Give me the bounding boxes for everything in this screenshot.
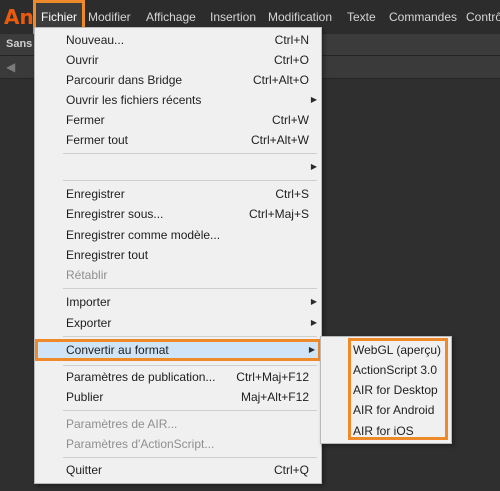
- menu-item-exporter[interactable]: Exporter ▶: [35, 313, 321, 333]
- submenu-arrow-icon: ▶: [310, 162, 317, 171]
- menu-item-enregistrer-tout[interactable]: Enregistrer tout: [35, 245, 321, 265]
- back-arrow-icon[interactable]: ◀: [6, 60, 15, 74]
- submenu-arrow-icon: ▶: [310, 297, 317, 306]
- menu-item-quitter[interactable]: Quitter Ctrl+Q: [35, 460, 321, 480]
- menu-separator: [63, 457, 317, 458]
- menu-item-shortcut: Ctrl+S: [275, 187, 309, 201]
- menu-commandes[interactable]: Commandes: [389, 0, 457, 34]
- menu-separator: [63, 153, 317, 154]
- menu-item-enregistrer-modele[interactable]: Enregistrer comme modèle...: [35, 225, 321, 245]
- animate-logo: An: [4, 5, 34, 29]
- menu-item-label: Quitter: [66, 463, 103, 477]
- submenu-arrow-icon: ▶: [310, 318, 317, 327]
- menu-item-label: Ouvrir: [66, 53, 99, 67]
- menu-item-label: Nouveau...: [66, 33, 125, 47]
- menu-item-shortcut: Maj+Alt+F12: [240, 390, 309, 404]
- menu-item-parametres-publication[interactable]: Paramètres de publication... Ctrl+Maj+F1…: [35, 367, 321, 387]
- menu-item-label: Fermer: [66, 113, 105, 127]
- menu-separator: [63, 365, 317, 366]
- menu-item-retablir: Rétablir: [35, 265, 321, 285]
- menu-item-label: Enregistrer: [66, 187, 125, 201]
- menu-controle[interactable]: Contrô: [466, 0, 500, 34]
- menu-item-label: Publier: [66, 390, 104, 404]
- menu-item-label: Paramètres d'ActionScript...: [66, 437, 215, 451]
- menu-item-label: Parcourir dans Bridge: [66, 73, 183, 87]
- menu-item-label: Rétablir: [66, 268, 108, 282]
- file-menu: Nouveau... Ctrl+N Ouvrir Ctrl+O Parcouri…: [34, 27, 322, 484]
- convert-format-submenu: WebGL (aperçu) ActionScript 3.0 AIR for …: [320, 336, 452, 444]
- menu-item-importer[interactable]: Importer ▶: [35, 292, 321, 312]
- menu-item-label: Exporter: [66, 316, 112, 330]
- menu-item-enregistrer-sous[interactable]: Enregistrer sous... Ctrl+Maj+S: [35, 204, 321, 224]
- menu-item-parametres-actionscript: Paramètres d'ActionScript...: [35, 434, 321, 454]
- submenu-item-air-desktop[interactable]: AIR for Desktop: [353, 380, 438, 400]
- menu-item-label: Ouvrir les fichiers récents: [66, 93, 202, 107]
- menu-item-publier[interactable]: Publier Maj+Alt+F12: [35, 387, 321, 407]
- menu-item-shortcut: Ctrl+Alt+O: [252, 73, 309, 87]
- menu-item-shortcut: Ctrl+Q: [273, 463, 309, 477]
- menu-item-parcourir-bridge[interactable]: Parcourir dans Bridge Ctrl+Alt+O: [35, 70, 321, 90]
- menu-texte[interactable]: Texte: [347, 0, 376, 34]
- menu-item-shortcut: Ctrl+N: [274, 33, 309, 47]
- submenu-item-actionscript3[interactable]: ActionScript 3.0: [353, 360, 437, 380]
- menu-item-label: Importer: [66, 295, 111, 309]
- submenu-item-air-android[interactable]: AIR for Android: [353, 400, 434, 420]
- submenu-arrow-icon: ▶: [308, 345, 315, 354]
- menu-item-shortcut: Ctrl+W: [272, 113, 309, 127]
- menu-item-shortcut: Ctrl+Alt+W: [250, 133, 309, 147]
- menu-item-unnamed-submenu[interactable]: ▶: [35, 157, 321, 177]
- menu-item-label: Paramètres de publication...: [66, 370, 216, 384]
- menu-item-label: Enregistrer tout: [66, 248, 149, 262]
- menu-item-label: Enregistrer sous...: [66, 207, 164, 221]
- menu-item-shortcut: Ctrl+Maj+F12: [236, 370, 309, 384]
- menu-item-parametres-air: Paramètres de AIR...: [35, 414, 321, 434]
- menu-item-label: Fermer tout: [66, 133, 129, 147]
- menu-item-label: Enregistrer comme modèle...: [66, 228, 221, 242]
- menu-item-fichiers-recents[interactable]: Ouvrir les fichiers récents ▶: [35, 90, 321, 110]
- menu-item-shortcut: Ctrl+O: [273, 53, 309, 67]
- submenu-arrow-icon: ▶: [310, 95, 317, 104]
- menu-separator: [63, 288, 317, 289]
- submenu-item-webgl[interactable]: WebGL (aperçu): [353, 340, 441, 360]
- menu-item-convertir-format[interactable]: Convertir au format ▶: [35, 339, 321, 361]
- menu-separator: [63, 410, 317, 411]
- menu-item-fermer[interactable]: Fermer Ctrl+W: [35, 110, 321, 130]
- menu-item-enregistrer[interactable]: Enregistrer Ctrl+S: [35, 184, 321, 204]
- menu-item-shortcut: Ctrl+Maj+S: [248, 207, 309, 221]
- submenu-item-air-ios[interactable]: AIR for iOS: [353, 421, 414, 441]
- menu-item-label: Paramètres de AIR...: [66, 417, 178, 431]
- menu-item-ouvrir[interactable]: Ouvrir Ctrl+O: [35, 50, 321, 70]
- menu-item-nouveau[interactable]: Nouveau... Ctrl+N: [35, 30, 321, 50]
- menu-separator: [63, 336, 317, 337]
- menu-item-fermer-tout[interactable]: Fermer tout Ctrl+Alt+W: [35, 130, 321, 150]
- menu-separator: [63, 180, 317, 181]
- menu-item-label: Convertir au format: [66, 343, 169, 357]
